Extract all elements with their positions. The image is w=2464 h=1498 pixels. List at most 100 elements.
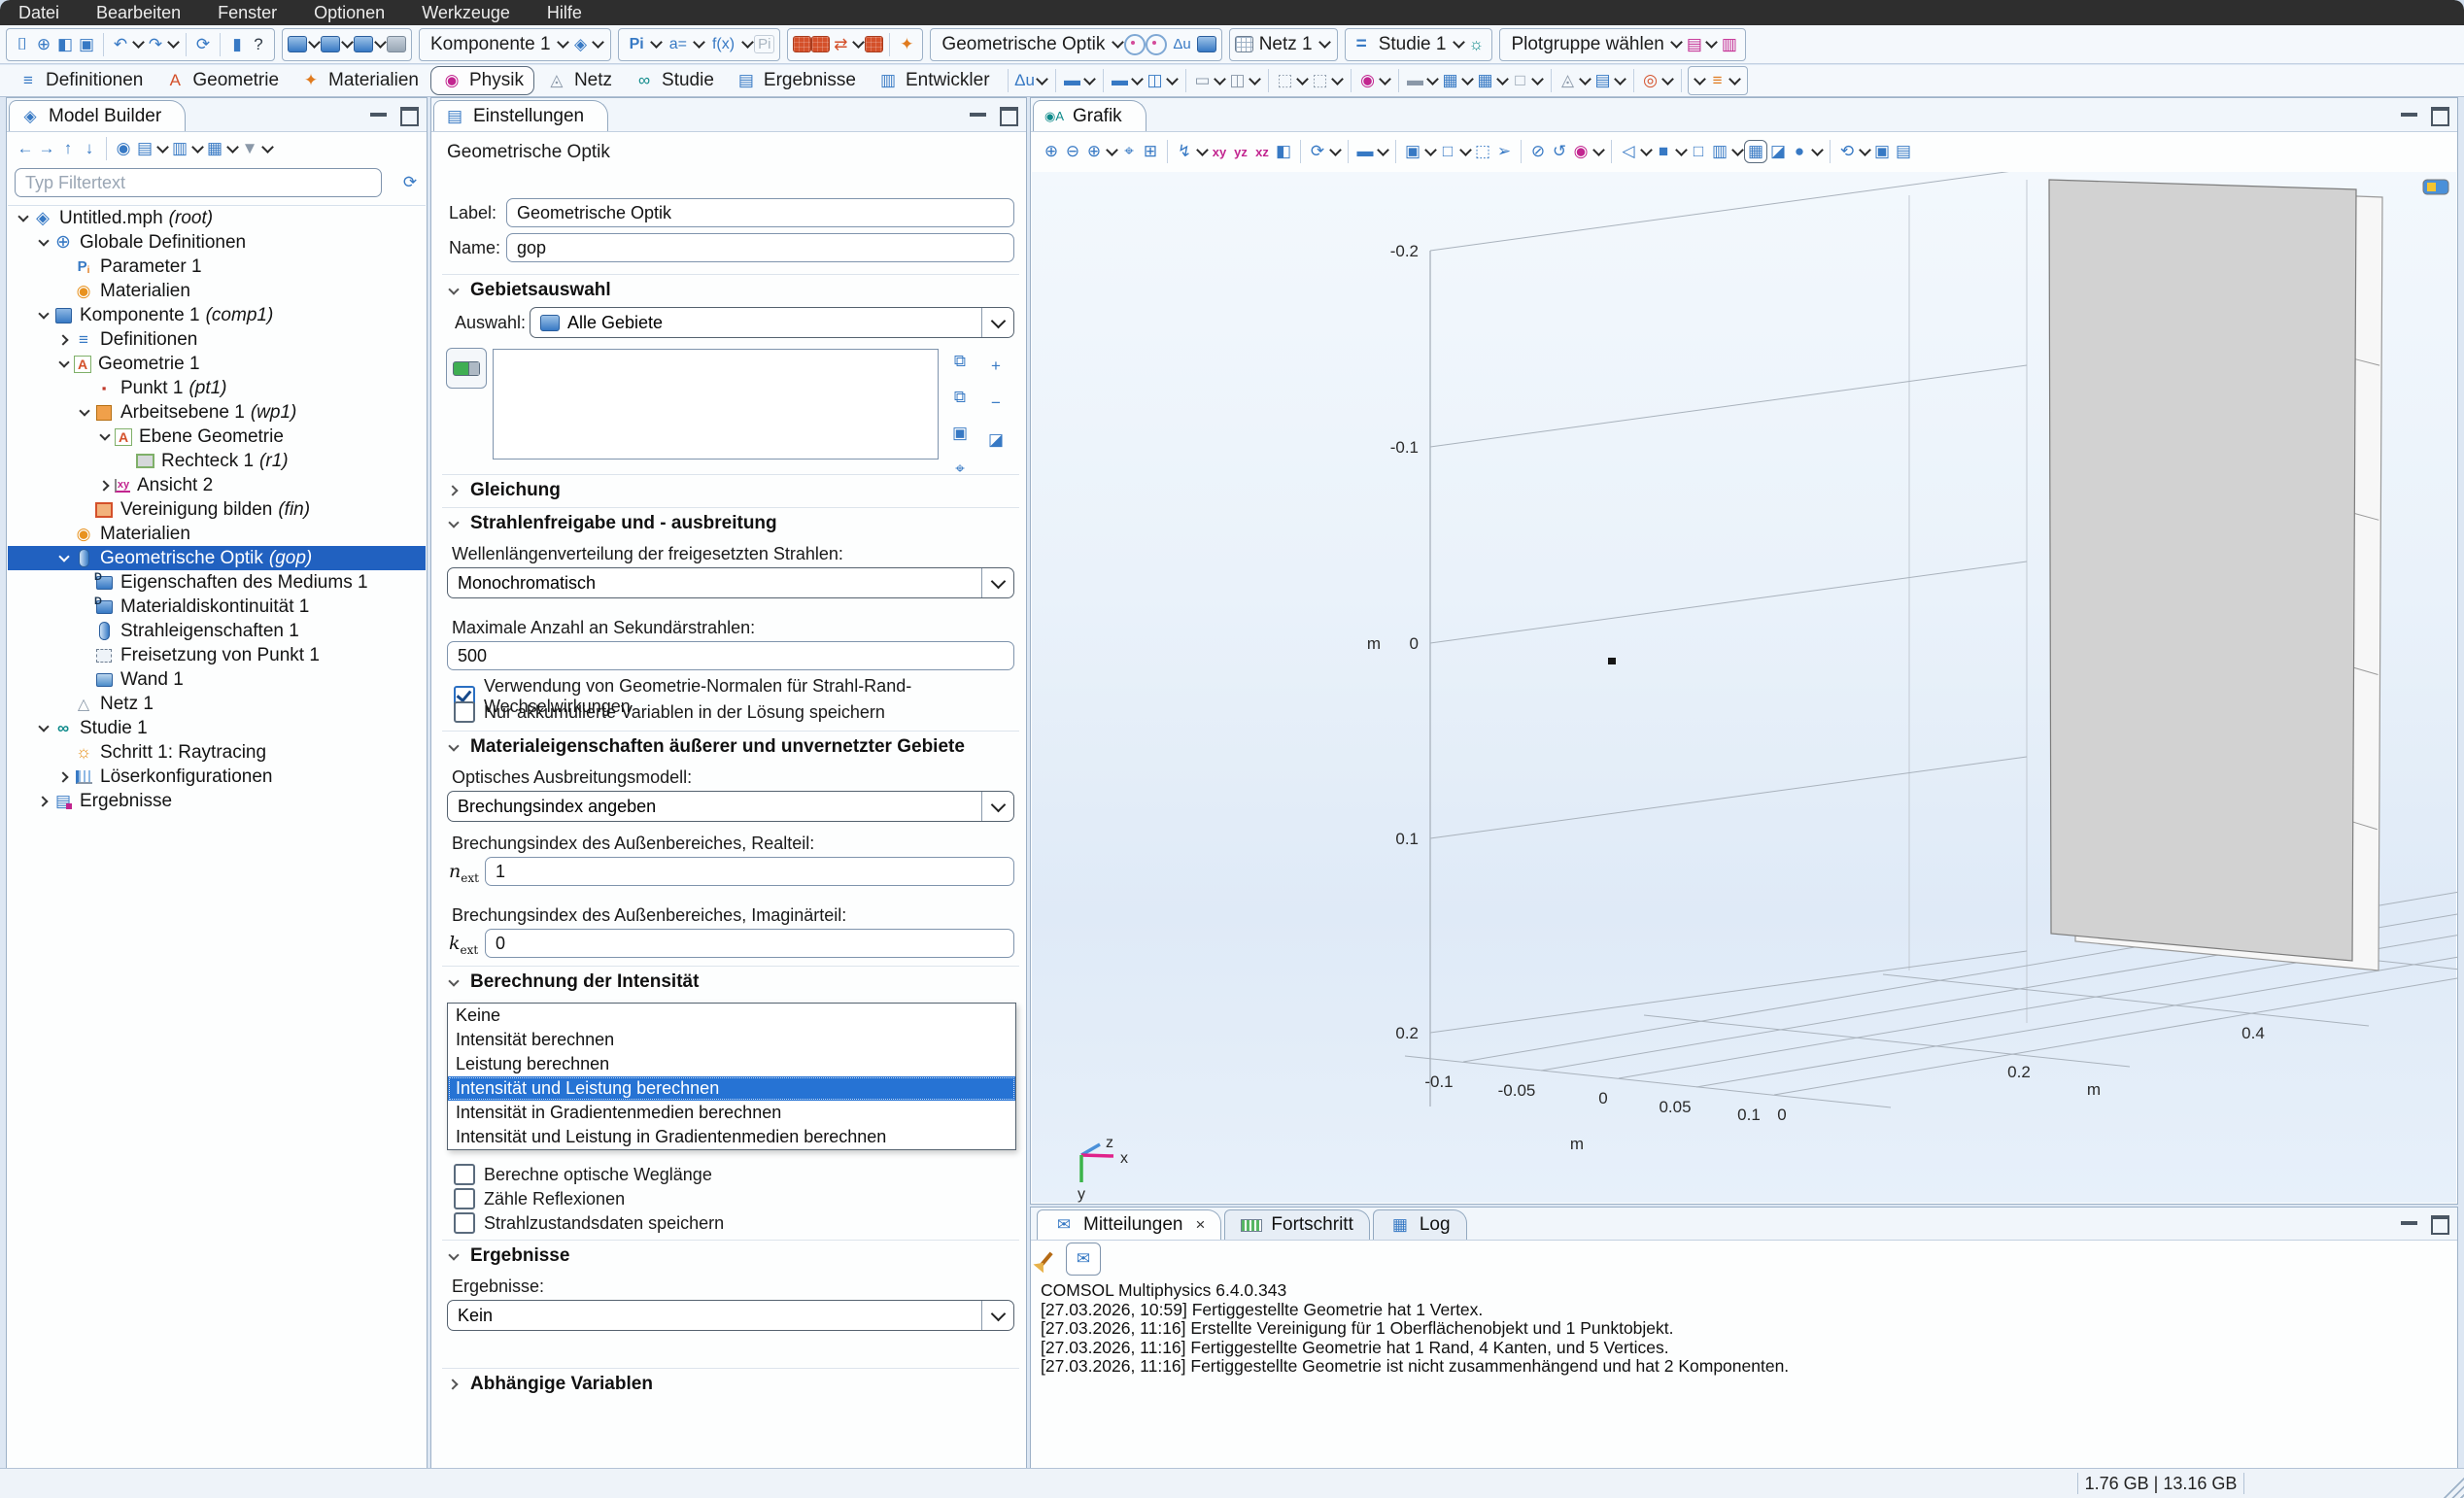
dropdown-caret-icon[interactable] bbox=[1166, 74, 1180, 87]
dropdown-caret-icon[interactable] bbox=[155, 142, 169, 155]
expander-icon[interactable] bbox=[36, 721, 51, 736]
combo-dropdown-button[interactable] bbox=[981, 792, 1013, 821]
dropdown-caret-icon[interactable] bbox=[650, 38, 664, 51]
dropdown-caret-icon[interactable] bbox=[1328, 145, 1342, 158]
tree-item-rechteck-1[interactable]: Rechteck 1(r1) bbox=[8, 449, 426, 473]
ribbon-tab-geometrie[interactable]: AGeometrie bbox=[154, 67, 289, 94]
close-tab-icon[interactable]: × bbox=[1195, 1215, 1205, 1235]
tree-item-wand-1[interactable]: Wand 1 bbox=[8, 667, 426, 692]
tree-item-ergebnisse[interactable]: ▤Ergebnisse bbox=[8, 789, 426, 813]
undo-icon[interactable]: ↶ bbox=[110, 34, 131, 55]
dropdown-caret-icon[interactable] bbox=[1461, 74, 1475, 87]
expander-icon[interactable] bbox=[56, 357, 72, 372]
mesh-selector[interactable]: Netz 1 bbox=[1253, 34, 1318, 55]
dropdown-caret-icon[interactable] bbox=[1810, 145, 1824, 158]
table-add-icon[interactable] bbox=[288, 36, 307, 52]
tree-item-eigenschaften-des-mediums-1[interactable]: Eigenschaften des Mediums 1 bbox=[8, 570, 426, 595]
dropdown-caret-icon[interactable] bbox=[1376, 145, 1389, 158]
scene-cube-icon[interactable]: ■ bbox=[1653, 141, 1674, 162]
filter-icon[interactable]: ▼ bbox=[239, 138, 260, 159]
tree-item-komponente-1[interactable]: Komponente 1(comp1) bbox=[8, 303, 426, 327]
open-application-icon[interactable]: ⊕ bbox=[33, 34, 54, 55]
dropdown-caret-icon[interactable] bbox=[1458, 145, 1472, 158]
plotgroup-caret[interactable] bbox=[1670, 38, 1684, 51]
dropdown-caret-icon[interactable] bbox=[1674, 145, 1688, 158]
section-chevron-icon[interactable] bbox=[446, 516, 462, 531]
dropdown-caret-icon[interactable] bbox=[693, 38, 706, 51]
expander-icon[interactable] bbox=[16, 211, 31, 226]
dropdown-option[interactable]: Keine bbox=[448, 1004, 1015, 1028]
graphics-tab[interactable]: ◉A Grafik bbox=[1033, 100, 1146, 131]
color-palette-icon[interactable]: ● bbox=[1789, 141, 1810, 162]
intensity-dropdown-list[interactable]: KeineIntensität berechnenLeistung berech… bbox=[447, 1003, 1016, 1150]
dropdown-caret-icon[interactable] bbox=[851, 38, 865, 51]
table-icon[interactable] bbox=[321, 36, 340, 52]
k-ext-input[interactable]: 0 bbox=[485, 929, 1014, 958]
multiphysics-icon[interactable]: ◉ bbox=[1357, 70, 1379, 91]
ribbon-tab-studie[interactable]: ∞Studie bbox=[624, 67, 724, 94]
boundary-node-icon[interactable]: ▬ bbox=[1110, 70, 1131, 91]
wireframe-icon[interactable]: □ bbox=[1688, 141, 1709, 162]
hide-icon[interactable]: ⊘ bbox=[1527, 141, 1549, 162]
minimize-button[interactable] bbox=[2401, 1221, 2417, 1225]
wellenlaenge-combo[interactable]: Monochromatisch bbox=[447, 567, 1014, 598]
plot-area[interactable]: -0.2-0.100.10.2m-0.1-0.0500.050.1m00.20.… bbox=[1032, 172, 2456, 1203]
transparency-icon[interactable]: ↺ bbox=[1549, 141, 1570, 162]
dropdown-caret-icon[interactable] bbox=[1423, 145, 1437, 158]
refresh-icon[interactable]: ⟳ bbox=[399, 172, 421, 193]
select-entities-icon[interactable]: ➢ bbox=[1493, 141, 1515, 162]
update-solution-icon[interactable]: ⟳ bbox=[192, 34, 214, 55]
float-button[interactable] bbox=[2431, 1215, 2449, 1235]
n-ext-input[interactable]: 1 bbox=[485, 857, 1014, 886]
messages-tab-log[interactable]: ▦Log bbox=[1373, 1209, 1467, 1240]
ribbon-tab-materialien[interactable]: ✦Materialien bbox=[291, 67, 428, 94]
tree-item-netz-1[interactable]: △Netz 1 bbox=[8, 692, 426, 716]
add-multiphysics-icon[interactable] bbox=[1146, 34, 1167, 55]
dropdown-caret-icon[interactable] bbox=[740, 38, 754, 51]
dropdown-caret-icon[interactable] bbox=[1249, 74, 1262, 87]
build-all-icon[interactable] bbox=[793, 36, 811, 52]
filter-caret[interactable] bbox=[260, 142, 274, 155]
compute-icon[interactable]: = bbox=[1351, 34, 1373, 55]
stop-icon[interactable] bbox=[387, 36, 406, 52]
akkumulierte-variablen-checkbox[interactable]: Nur akkumulierte Variablen in der Lösung… bbox=[454, 701, 885, 723]
dropdown-caret-icon[interactable] bbox=[1083, 74, 1097, 87]
sound-icon[interactable]: ◁ bbox=[1618, 141, 1639, 162]
zoom-in-icon[interactable]: ⊕ bbox=[1041, 141, 1062, 162]
undo-caret[interactable] bbox=[131, 38, 145, 51]
global-node-icon[interactable]: ⬚ bbox=[1275, 70, 1296, 91]
dropdown-caret-icon[interactable] bbox=[190, 142, 204, 155]
swap-selection-icon[interactable]: ◪ bbox=[985, 429, 1007, 451]
dropdown-option[interactable]: Intensität in Gradientenmedien berechnen bbox=[448, 1101, 1015, 1125]
messages-tab-mitteilungen[interactable]: ✉Mitteilungen× bbox=[1037, 1209, 1221, 1240]
ribbon-tab-entwickler[interactable]: ▥Entwickler bbox=[868, 67, 1000, 94]
dropdown-caret-icon[interactable] bbox=[1661, 74, 1675, 87]
intensity-checkbox-0[interactable]: Berechne optische Weglänge bbox=[454, 1164, 712, 1185]
ausbreitungsmodell-combo[interactable]: Brechungsindex angeben bbox=[447, 791, 1014, 822]
model-builder-tab[interactable]: ◈ Model Builder bbox=[9, 100, 186, 131]
domain-node-icon[interactable]: ▬ bbox=[1062, 70, 1083, 91]
float-button[interactable] bbox=[1000, 107, 1018, 126]
tree-item-materialien[interactable]: ◉Materialien bbox=[8, 279, 426, 303]
ribbon-tab-ergebnisse[interactable]: ▤Ergebnisse bbox=[726, 67, 866, 94]
zoom-selection-icon[interactable]: ⌖ bbox=[949, 459, 971, 480]
functions-icon[interactable]: f(x) bbox=[706, 36, 740, 53]
zoom-out-icon[interactable]: ⊖ bbox=[1062, 141, 1083, 162]
dropdown-caret-icon[interactable] bbox=[1705, 38, 1719, 51]
dropdown-option[interactable]: Intensität berechnen bbox=[448, 1028, 1015, 1052]
active-toggle-button[interactable] bbox=[446, 348, 487, 389]
layout-icon[interactable]: ≡ bbox=[1707, 70, 1728, 91]
combo-dropdown-button[interactable] bbox=[981, 308, 1013, 337]
point-node-icon[interactable]: ◫ bbox=[1227, 70, 1249, 91]
dropdown-caret-icon[interactable] bbox=[1105, 145, 1118, 158]
add-selection-icon[interactable]: + bbox=[985, 356, 1007, 377]
tree-item-geometrische-optik[interactable]: Geometrische Optik(gop) bbox=[8, 546, 426, 570]
more-right-caret[interactable] bbox=[1728, 74, 1742, 87]
plotgroup-selector[interactable]: Plotgruppe wählen bbox=[1505, 34, 1669, 55]
combo-dropdown-button[interactable] bbox=[981, 568, 1013, 597]
tree-item-materialien[interactable]: ◉Materialien bbox=[8, 522, 426, 546]
minimize-button[interactable] bbox=[970, 113, 986, 117]
expander-icon[interactable] bbox=[56, 332, 72, 348]
dropdown-caret-icon[interactable] bbox=[1195, 145, 1209, 158]
checkbox-unchecked[interactable] bbox=[454, 1164, 475, 1185]
